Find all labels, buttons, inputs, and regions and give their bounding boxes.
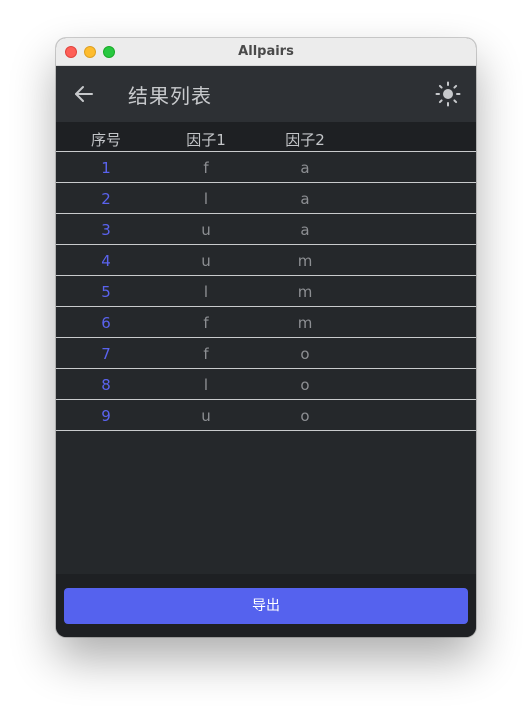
cell-factor-2: a	[300, 221, 310, 239]
arrow-left-icon	[75, 86, 93, 102]
cell-factor-1: l	[203, 190, 209, 208]
cell-factor-2: a	[300, 159, 310, 177]
theme-toggle-button[interactable]	[434, 80, 462, 108]
cell-factor-2: m	[297, 314, 313, 332]
cell-factor-2: a	[300, 190, 310, 208]
cell-factor-1: u	[201, 252, 211, 270]
table-row[interactable]: 6 f m	[56, 307, 476, 338]
table-body: 1 f a 2 l a 3 u a 4 u m 5 l m 6 f m 7 f o 8 l o 9 u o	[56, 152, 476, 431]
cell-factor-1: f	[203, 159, 209, 177]
table-row[interactable]: 1 f a	[56, 152, 476, 183]
table-row[interactable]: 4 u m	[56, 245, 476, 276]
app-window: Allpairs 结果列表 序号 因子1 因子2 1 f a 2 l a 3 u…	[56, 38, 476, 637]
header-index: 序号	[90, 131, 121, 149]
table-row[interactable]: 5 l m	[56, 276, 476, 307]
cell-factor-1: l	[203, 376, 209, 394]
back-button[interactable]	[70, 80, 98, 108]
cell-index: 9	[101, 407, 111, 425]
cell-factor-2: m	[297, 252, 313, 270]
cell-factor-1: f	[203, 314, 209, 332]
table-row[interactable]: 8 l o	[56, 369, 476, 400]
sun-icon	[435, 81, 461, 107]
table-row[interactable]: 9 u o	[56, 400, 476, 431]
cell-factor-2: m	[297, 283, 313, 301]
cell-index: 3	[101, 221, 111, 239]
cell-index: 2	[101, 190, 111, 208]
table-row[interactable]: 3 u a	[56, 214, 476, 245]
cell-factor-1: l	[203, 283, 209, 301]
cell-factor-1: f	[203, 345, 209, 363]
header-factor-1: 因子1	[186, 131, 226, 149]
table-row[interactable]: 7 f o	[56, 338, 476, 369]
app-bar: 结果列表	[56, 66, 476, 122]
cell-index: 5	[101, 283, 111, 301]
export-button[interactable]: 导出	[64, 588, 468, 624]
cell-factor-2: o	[300, 407, 310, 425]
footer-bar: 导出	[56, 574, 476, 637]
window-titlebar[interactable]: Allpairs	[56, 38, 476, 66]
cell-factor-2: o	[300, 345, 310, 363]
page-title: 结果列表	[128, 84, 212, 108]
window-title: Allpairs	[238, 44, 294, 59]
table-row[interactable]: 2 l a	[56, 183, 476, 214]
cell-index: 6	[101, 314, 111, 332]
cell-factor-1: u	[201, 407, 211, 425]
cell-index: 7	[101, 345, 111, 363]
result-table: 序号 因子1 因子2 1 f a 2 l a 3 u a 4 u m 5 l m 6 f m 7 f o 8 l o 9 u o	[56, 122, 476, 431]
cell-factor-1: u	[201, 221, 211, 239]
cell-index: 8	[101, 376, 111, 394]
cell-index: 4	[101, 252, 111, 270]
header-factor-2: 因子2	[285, 131, 325, 149]
table-header: 序号 因子1 因子2	[56, 122, 476, 152]
cell-factor-2: o	[300, 376, 310, 394]
cell-index: 1	[101, 159, 111, 177]
